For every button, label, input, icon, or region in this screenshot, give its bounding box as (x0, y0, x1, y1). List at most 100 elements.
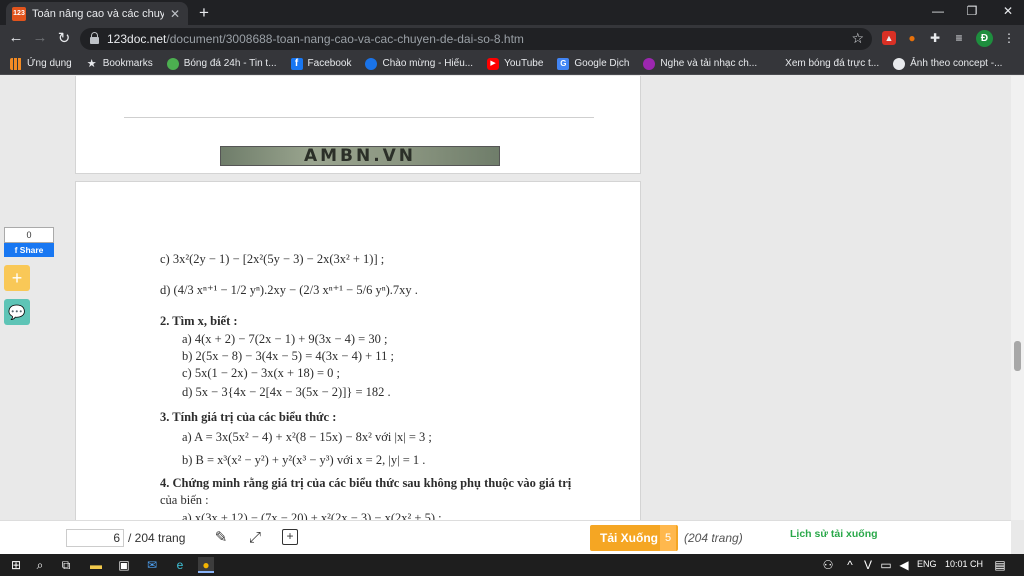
system-clock[interactable]: 10:01 CH (945, 559, 983, 569)
people-icon[interactable]: ⚇ (820, 557, 836, 573)
fullscreen-icon[interactable]: ⤢ (246, 529, 264, 547)
menu-kebab-icon[interactable]: ⋮ (1002, 31, 1016, 45)
vpn-icon[interactable]: V (860, 557, 876, 573)
youtube-icon: ▶ (487, 57, 500, 70)
bookmark-label: Chào mừng - Hiếu... (382, 58, 474, 69)
extensions-puzzle-icon[interactable]: ✚ (928, 31, 942, 45)
add-plus-icon[interactable]: + (4, 265, 30, 291)
input-language[interactable]: ENG (917, 559, 937, 569)
url-domain: 123doc.net (107, 32, 167, 46)
edge-icon[interactable]: e (172, 557, 188, 573)
facebook-share-widget[interactable]: 0 f Share (4, 227, 54, 257)
bookmark-label: Ứng dụng (27, 58, 72, 69)
download-history-link[interactable]: Lịch sử tải xuống (790, 528, 878, 540)
bookmark-label: Bookmarks (102, 58, 153, 69)
bookmark-facebook[interactable]: f Facebook (290, 57, 352, 70)
bookmark-star-icon[interactable]: ☆ (851, 30, 864, 47)
viewer-bottom-bar: 6 / 204 trang ✎ ⤢ + Tải Xuống 5 (204 tra… (0, 520, 1011, 554)
globe-icon (893, 57, 906, 70)
speaker-icon[interactable]: ◀ (896, 557, 912, 573)
bookmark-label: YouTube (504, 58, 544, 69)
edge-swirl-icon (365, 57, 378, 70)
document-page-current: c) 3x²(2y − 1) − [2x²(5y − 3) − 2x(3x² +… (75, 181, 641, 520)
exercise-heading: 4. Chứng minh rằng giá trị của các biểu … (160, 476, 572, 490)
task-view-icon[interactable]: ⧉ (58, 557, 74, 573)
math-line: b) 2(5x − 8) − 3(4x − 5) = 4(3x − 4) + 1… (182, 349, 394, 363)
browser-tab[interactable]: 123 Toán nâng cao và các chuyên đề ✕ (6, 2, 188, 25)
close-window-button[interactable]: ✕ (998, 4, 1018, 18)
bookmark-chaomung[interactable]: Chào mừng - Hiếu... (365, 57, 474, 70)
chat-bubble-icon[interactable]: 💬 (4, 299, 30, 325)
bookmark-apps[interactable]: Ứng dụng (10, 57, 72, 70)
facebook-share-button[interactable]: f Share (4, 243, 54, 257)
lock-icon (90, 31, 99, 44)
close-tab-icon[interactable]: ✕ (168, 7, 182, 21)
exercise-heading: 3. Tính giá trị của các biểu thức : (160, 410, 337, 424)
file-explorer-icon[interactable]: ▬ (88, 557, 104, 573)
bookmark-label: Bóng đá 24h - Tin t... (183, 58, 277, 69)
exercise-heading: 2. Tìm x, biết : (160, 314, 238, 328)
document-page-previous: AMBN.VN (75, 76, 641, 174)
windows-start-icon[interactable]: ⊞ (8, 557, 24, 573)
reload-icon[interactable]: ↻ (54, 29, 74, 47)
bookmark-google-dich[interactable]: G Google Dịch (557, 57, 630, 70)
forward-arrow-icon[interactable]: → (30, 29, 50, 46)
bookmark-xembongda[interactable]: Xem bóng đá trực t... (785, 58, 879, 69)
bookmarks-bar: Ứng dụng ★ Bookmarks Bóng đá 24h - Tin t.… (0, 53, 1024, 75)
math-line: c) 5x(1 − 2x) − 3x(x + 18) = 0 ; (182, 366, 341, 380)
chrome-icon[interactable]: ● (198, 557, 214, 573)
network-icon[interactable]: ▭ (878, 557, 894, 573)
windows-taskbar: ⊞ ⌕ ⧉ ▬ ▣ ✉ e ● ⚇ ^ V ▭ ◀ ENG 10:01 CH ▤ (0, 554, 1024, 576)
profile-avatar[interactable]: Đ (976, 30, 993, 47)
google-translate-icon: G (557, 57, 570, 70)
extension-orange-icon[interactable]: ● (905, 31, 919, 45)
tab-title: Toán nâng cao và các chuyên đề (32, 7, 164, 20)
url-path: /document/3008688-toan-nang-cao-va-cac-c… (166, 32, 524, 46)
store-icon[interactable]: ▣ (116, 557, 132, 573)
mail-icon[interactable]: ✉ (144, 557, 160, 573)
tab-bar: 123 Toán nâng cao và các chuyên đề ✕ + —… (0, 0, 1024, 25)
search-icon[interactable]: ⌕ (32, 557, 48, 573)
math-line: a) x(3x + 12) − (7x − 20) + x²(2x − 3) −… (182, 511, 442, 520)
math-line: d) (4/3 xⁿ⁺¹ − 1/2 yⁿ).2xy − (2/3 xⁿ⁺¹ −… (160, 283, 418, 297)
page-total: / 204 trang (128, 531, 186, 545)
share-label: Share (19, 245, 44, 255)
facebook-icon: f (290, 57, 303, 70)
bookmark-label: Google Dịch (574, 58, 630, 69)
math-line: c) 3x²(2y − 1) − [2x²(5y − 3) − 2x(3x² +… (160, 252, 385, 266)
bookmark-bongda24h[interactable]: Bóng đá 24h - Tin t... (166, 57, 277, 70)
back-arrow-icon[interactable]: ← (6, 29, 26, 46)
bookmark-label: Facebook (307, 58, 352, 69)
minimize-button[interactable]: — (928, 4, 948, 18)
download-button[interactable]: Tải Xuống 5 (590, 525, 678, 551)
tray-chevron-up-icon[interactable]: ^ (842, 557, 858, 573)
site-favicon-icon: 123 (12, 6, 26, 21)
pencil-edit-icon[interactable]: ✎ (212, 529, 230, 547)
page-number-input[interactable]: 6 (66, 529, 124, 547)
bookmark-nhac[interactable]: Nghe và tải nhạc ch... (643, 57, 758, 70)
vertical-scrollbar[interactable] (1011, 76, 1024, 520)
extension-red-icon[interactable]: ▲ (882, 31, 896, 45)
scrollbar-thumb[interactable] (1014, 341, 1021, 371)
bookmark-youtube[interactable]: ▶ YouTube (487, 57, 544, 70)
math-line: b) B = x³(x² − y²) + y²(x³ − y³) với x =… (182, 453, 426, 467)
notification-icon[interactable]: ▤ (992, 557, 1008, 573)
bookmark-label: Nghe và tải nhạc ch... (660, 58, 758, 69)
bookmark-bookmarks[interactable]: ★ Bookmarks (86, 58, 153, 70)
document-viewer: AMBN.VN c) 3x²(2y − 1) − [2x²(5y − 3) − … (0, 76, 1011, 520)
globe-icon (643, 57, 656, 70)
bookmark-label: Xem bóng đá trực t... (785, 58, 880, 69)
media-control-icon[interactable]: ≡ (952, 31, 966, 45)
bookmark-anh[interactable]: Ảnh theo concept -... (893, 57, 1003, 70)
star-icon: ★ (86, 57, 97, 70)
maximize-button[interactable]: ❐ (962, 4, 982, 18)
bookmark-label: Ảnh theo concept -... (910, 58, 1003, 69)
download-page-count: (204 trang) (684, 531, 743, 545)
soccer-ball-icon (166, 57, 179, 70)
page-divider (124, 117, 594, 118)
new-tab-button[interactable]: + (194, 3, 214, 23)
math-line: của biến : (160, 493, 209, 507)
add-page-icon[interactable]: + (282, 529, 298, 545)
address-bar[interactable]: 123doc.net/document/3008688-toan-nang-ca… (80, 28, 872, 50)
share-count: 0 (4, 227, 54, 243)
